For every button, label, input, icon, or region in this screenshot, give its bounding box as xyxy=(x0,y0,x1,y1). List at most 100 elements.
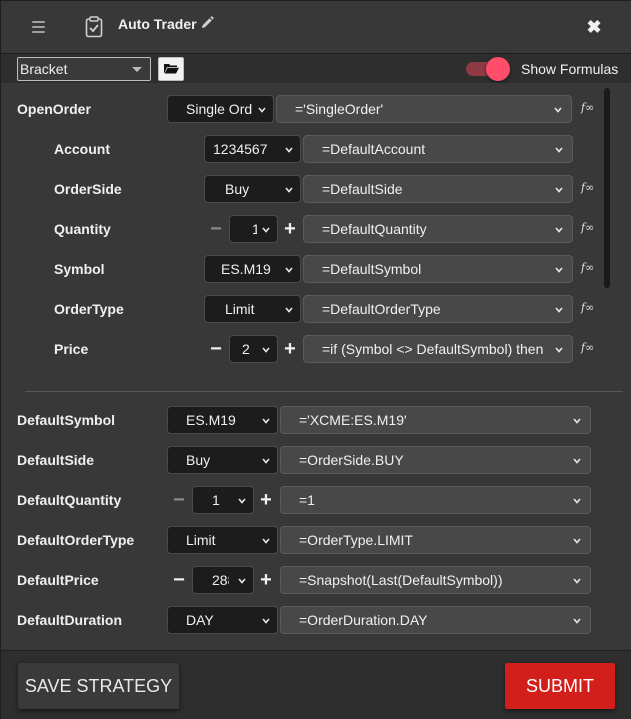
price-formula[interactable]: =if (Symbol <> DefaultSymbol) then Snaps… xyxy=(303,335,573,363)
decrement-button[interactable]: − xyxy=(209,219,223,239)
row-order-side: OrderSide Buy =DefaultSide f∞ xyxy=(1,175,631,203)
row-price: Price − 2 + =if (Symbol <> DefaultSymbol… xyxy=(1,335,631,363)
default-symbol-select[interactable]: ES.M19 xyxy=(167,406,278,434)
decrement-button[interactable]: − xyxy=(172,570,186,590)
formula-text: =Snapshot(Last(DefaultSymbol)) xyxy=(299,572,503,588)
section-divider xyxy=(25,391,623,392)
show-formulas-label: Show Formulas xyxy=(521,61,619,77)
toggle-knob xyxy=(486,57,510,81)
select-value: Limit xyxy=(225,301,255,317)
close-icon[interactable]: ✖ xyxy=(586,18,602,36)
increment-button[interactable]: + xyxy=(259,490,273,510)
formula-icon[interactable]: f∞ xyxy=(581,101,595,115)
open-folder-button[interactable] xyxy=(158,57,184,81)
chevron-down-icon xyxy=(573,418,581,424)
title-bar: Auto Trader ✖ xyxy=(1,1,631,53)
chevron-down-icon xyxy=(262,538,270,544)
clipboard-check-icon xyxy=(85,16,103,38)
quantity-formula[interactable]: =DefaultQuantity xyxy=(303,215,573,243)
chevron-down-icon xyxy=(258,107,266,113)
chevron-down-icon xyxy=(555,347,563,353)
row-open-order: OpenOrder Single Ord ='SingleOrder' f∞ xyxy=(1,95,631,123)
default-price-formula[interactable]: =Snapshot(Last(DefaultSymbol)) xyxy=(280,566,591,594)
increment-button[interactable]: + xyxy=(283,339,297,359)
formula-text: =DefaultSide xyxy=(322,181,403,197)
select-value: Buy xyxy=(186,452,211,468)
increment-button[interactable]: + xyxy=(259,570,273,590)
formula-icon[interactable]: f∞ xyxy=(581,341,595,355)
field-label: Price xyxy=(54,341,89,357)
formula-text: =DefaultSymbol xyxy=(322,261,422,277)
select-value: DAY xyxy=(186,612,214,628)
chevron-down-icon xyxy=(285,307,293,313)
field-label: DefaultQuantity xyxy=(17,492,122,508)
strategy-select[interactable]: Bracket xyxy=(17,57,151,81)
order-type-formula[interactable]: =DefaultOrderType xyxy=(303,295,573,323)
row-default-symbol: DefaultSymbol ES.M19 ='XCME:ES.M19' xyxy=(1,406,631,434)
default-side-select[interactable]: Buy xyxy=(167,446,278,474)
symbol-select[interactable]: ES.M19 xyxy=(204,255,301,283)
show-formulas-toggle[interactable] xyxy=(466,57,512,81)
row-order-type: OrderType Limit =DefaultOrderType f∞ xyxy=(1,295,631,323)
formula-text: =OrderSide.BUY xyxy=(299,452,404,468)
formula-text: =OrderDuration.DAY xyxy=(299,612,428,628)
default-price-input[interactable]: 2881 xyxy=(192,566,254,594)
save-strategy-button[interactable]: SAVE STRATEGY xyxy=(18,663,179,709)
select-value: 1 xyxy=(252,216,257,242)
default-quantity-formula[interactable]: =1 xyxy=(280,486,591,514)
menu-icon[interactable] xyxy=(32,21,45,33)
field-label: DefaultPrice xyxy=(17,572,99,588)
default-duration-formula[interactable]: =OrderDuration.DAY xyxy=(280,606,591,634)
chevron-down-icon xyxy=(262,347,270,353)
chevron-down-icon xyxy=(238,498,246,504)
order-side-select[interactable]: Buy xyxy=(204,175,301,203)
chevron-down-icon xyxy=(573,618,581,624)
field-label: DefaultOrderType xyxy=(17,532,135,548)
pencil-icon[interactable] xyxy=(200,16,214,30)
default-quantity-input[interactable]: 1 xyxy=(192,486,254,514)
chevron-down-icon xyxy=(285,147,293,153)
decrement-button[interactable]: − xyxy=(209,339,223,359)
open-order-formula[interactable]: ='SingleOrder' xyxy=(276,95,572,123)
increment-button[interactable]: + xyxy=(283,219,297,239)
default-side-formula[interactable]: =OrderSide.BUY xyxy=(280,446,591,474)
formula-text: =DefaultQuantity xyxy=(322,221,427,237)
account-formula[interactable]: =DefaultAccount xyxy=(303,135,573,163)
chevron-down-icon xyxy=(262,618,270,624)
chevron-down-icon xyxy=(573,458,581,464)
chevron-down-icon xyxy=(262,418,270,424)
default-order-type-formula[interactable]: =OrderType.LIMIT xyxy=(280,526,591,554)
formula-icon[interactable]: f∞ xyxy=(581,301,595,315)
field-label: Quantity xyxy=(54,221,111,237)
row-quantity: Quantity − 1 + =DefaultQuantity f∞ xyxy=(1,215,631,243)
folder-open-icon xyxy=(164,64,179,74)
decrement-button[interactable]: − xyxy=(172,490,186,510)
field-label: Symbol xyxy=(54,261,105,277)
price-input[interactable]: 2 xyxy=(229,335,278,363)
row-default-side: DefaultSide Buy =OrderSide.BUY xyxy=(1,446,631,474)
select-value: ES.M19 xyxy=(186,412,236,428)
select-value: Buy xyxy=(225,181,250,197)
formula-icon[interactable]: f∞ xyxy=(581,181,595,195)
quantity-input[interactable]: 1 xyxy=(229,215,278,243)
default-symbol-formula[interactable]: ='XCME:ES.M19' xyxy=(280,406,591,434)
submit-button[interactable]: SUBMIT xyxy=(505,663,615,709)
chevron-down-icon xyxy=(238,578,246,584)
chevron-down-icon xyxy=(262,227,270,233)
select-value: Single Ord xyxy=(186,101,253,117)
open-order-select[interactable]: Single Ord xyxy=(167,95,274,123)
field-label: DefaultDuration xyxy=(17,612,122,628)
formula-text: =OrderType.LIMIT xyxy=(299,532,413,548)
strategy-editor: OpenOrder Single Ord ='SingleOrder' f∞ A… xyxy=(1,83,631,650)
order-side-formula[interactable]: =DefaultSide xyxy=(303,175,573,203)
default-order-type-select[interactable]: Limit xyxy=(167,526,278,554)
window-title: Auto Trader xyxy=(118,16,197,32)
row-default-order-type: DefaultOrderType Limit =OrderType.LIMIT xyxy=(1,526,631,554)
formula-icon[interactable]: f∞ xyxy=(581,221,595,235)
chevron-down-icon xyxy=(555,267,563,273)
default-duration-select[interactable]: DAY xyxy=(167,606,278,634)
order-type-select[interactable]: Limit xyxy=(204,295,301,323)
formula-icon[interactable]: f∞ xyxy=(581,261,595,275)
account-select[interactable]: 1234567 xyxy=(204,135,301,163)
symbol-formula[interactable]: =DefaultSymbol xyxy=(303,255,573,283)
